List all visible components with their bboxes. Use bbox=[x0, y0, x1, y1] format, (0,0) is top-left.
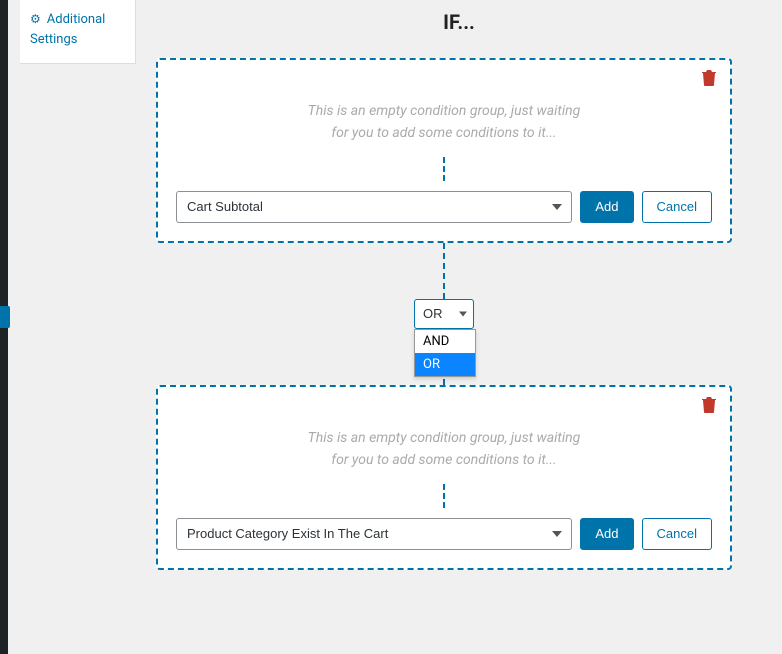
condition-row: Product Category Exist In The Cart Add C… bbox=[176, 518, 712, 550]
empty-text-line1: This is an empty condition group, just w… bbox=[308, 430, 581, 446]
group-connector: OR AND OR bbox=[156, 243, 732, 385]
trash-icon bbox=[702, 398, 716, 417]
add-button[interactable]: Add bbox=[580, 191, 633, 223]
condition-select-wrap: Cart Subtotal bbox=[176, 191, 572, 223]
sidebar-item-label: Additional Settings bbox=[30, 12, 105, 47]
connector-line bbox=[443, 157, 445, 181]
empty-group-text: This is an empty condition group, just w… bbox=[176, 70, 712, 151]
sidebar: ⚙Additional Settings bbox=[20, 0, 136, 64]
logic-option-and[interactable]: AND bbox=[415, 330, 475, 353]
logic-dropdown-list: AND OR bbox=[414, 329, 476, 377]
add-button[interactable]: Add bbox=[580, 518, 633, 550]
cancel-button[interactable]: Cancel bbox=[642, 518, 712, 550]
condition-row: Cart Subtotal Add Cancel bbox=[176, 191, 712, 223]
main-content: IF... This is an empty condition group, … bbox=[136, 0, 782, 654]
logic-select-wrap: OR AND OR bbox=[414, 299, 474, 329]
connector-line bbox=[443, 484, 445, 508]
condition-type-select[interactable]: Product Category Exist In The Cart bbox=[176, 518, 572, 550]
empty-text-line2: for you to add some conditions to it... bbox=[331, 452, 556, 468]
condition-group: This is an empty condition group, just w… bbox=[156, 385, 732, 570]
heading-if: IF... bbox=[156, 10, 732, 34]
trash-icon bbox=[702, 71, 716, 90]
gear-icon: ⚙ bbox=[30, 12, 41, 26]
delete-group-button[interactable] bbox=[702, 70, 716, 90]
condition-select-wrap: Product Category Exist In The Cart bbox=[176, 518, 572, 550]
logic-option-or[interactable]: OR bbox=[415, 353, 475, 376]
logic-operator-select[interactable]: OR bbox=[414, 299, 474, 329]
delete-group-button[interactable] bbox=[702, 397, 716, 417]
collapse-tab[interactable] bbox=[0, 306, 10, 328]
empty-text-line2: for you to add some conditions to it... bbox=[331, 125, 556, 141]
condition-type-select[interactable]: Cart Subtotal bbox=[176, 191, 572, 223]
cancel-button[interactable]: Cancel bbox=[642, 191, 712, 223]
connector-line bbox=[443, 243, 445, 299]
condition-group: This is an empty condition group, just w… bbox=[156, 58, 732, 243]
empty-group-text: This is an empty condition group, just w… bbox=[176, 397, 712, 478]
sidebar-item-additional-settings[interactable]: ⚙Additional Settings bbox=[30, 10, 125, 49]
empty-text-line1: This is an empty condition group, just w… bbox=[308, 103, 581, 119]
